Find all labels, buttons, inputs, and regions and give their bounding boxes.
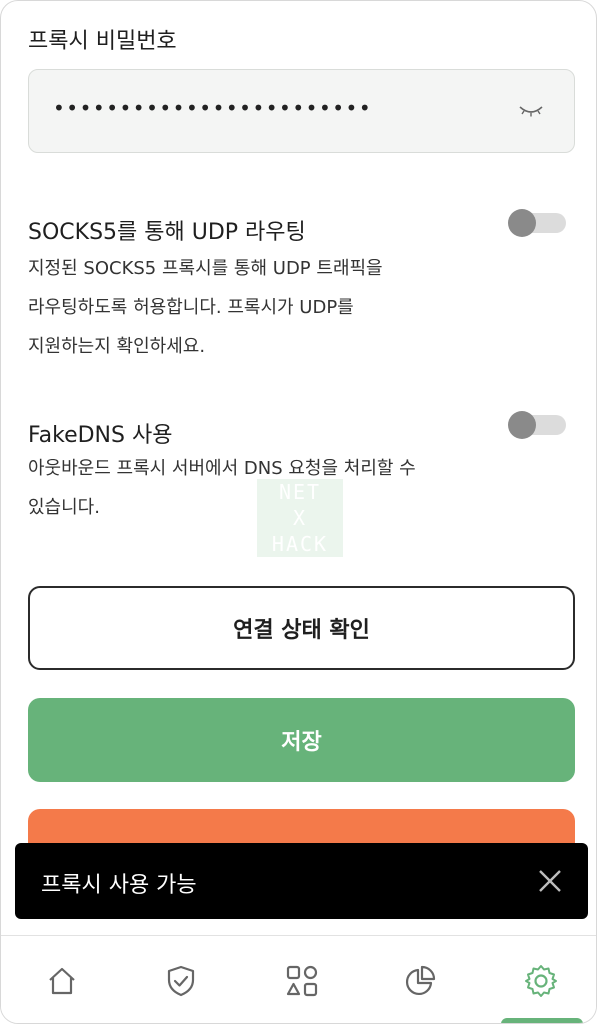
desc-line: 지정된 SOCKS5 프록시를 통해 UDP 트래픽을 bbox=[28, 258, 383, 279]
check-connection-button[interactable]: 연결 상태 확인 bbox=[28, 586, 575, 670]
eye-closed-icon[interactable] bbox=[518, 102, 544, 120]
watermark-line: X bbox=[292, 506, 308, 530]
nav-protection[interactable] bbox=[160, 960, 202, 1002]
proxy-password-value: •••••••••••••••••••••••• bbox=[53, 96, 373, 120]
proxy-password-label: 프록시 비밀번호 bbox=[28, 29, 177, 54]
home-icon bbox=[49, 967, 75, 995]
nav-statistics[interactable] bbox=[399, 960, 441, 1002]
desc-line: 지원하는지 확인하세요. bbox=[28, 336, 206, 357]
proxy-password-field[interactable]: •••••••••••••••••••••••• bbox=[28, 69, 575, 153]
app-frame: 프록시 비밀번호 •••••••••••••••••••••••• SOCKS5… bbox=[0, 0, 597, 1024]
snackbar-message: 프록시 사용 가능 bbox=[41, 873, 197, 898]
toggle-knob bbox=[508, 209, 536, 237]
save-button[interactable]: 저장 bbox=[28, 698, 575, 782]
snackbar: 프록시 사용 가능 bbox=[15, 843, 588, 919]
desc-line: 라우팅하도록 허용합니다. 프록시가 UDP를 bbox=[28, 297, 354, 318]
udp-routing-title: SOCKS5를 통해 UDP 라우팅 bbox=[28, 220, 306, 245]
fakedns-title: FakeDNS 사용 bbox=[28, 423, 173, 448]
nav-settings[interactable] bbox=[520, 960, 562, 1002]
active-tab-indicator bbox=[501, 1018, 583, 1023]
watermark-line: HACK bbox=[271, 532, 329, 556]
shield-check-icon bbox=[167, 965, 195, 997]
udp-routing-toggle[interactable] bbox=[508, 209, 566, 237]
close-icon[interactable] bbox=[536, 867, 564, 895]
toggle-knob bbox=[508, 411, 536, 439]
settings-gear-icon bbox=[525, 965, 557, 997]
watermark-logo: NET X HACK bbox=[257, 479, 343, 557]
pie-chart-icon bbox=[405, 965, 436, 996]
fakedns-toggle[interactable] bbox=[508, 411, 566, 439]
nav-apps[interactable] bbox=[281, 960, 323, 1002]
nav-home[interactable] bbox=[41, 960, 83, 1002]
watermark-line: NET bbox=[278, 480, 322, 504]
apps-grid-icon bbox=[286, 965, 318, 997]
udp-routing-description: 지정된 SOCKS5 프록시를 통해 UDP 트래픽을 라우팅하도록 허용합니다… bbox=[28, 249, 488, 366]
bottom-navigation bbox=[1, 935, 596, 1023]
